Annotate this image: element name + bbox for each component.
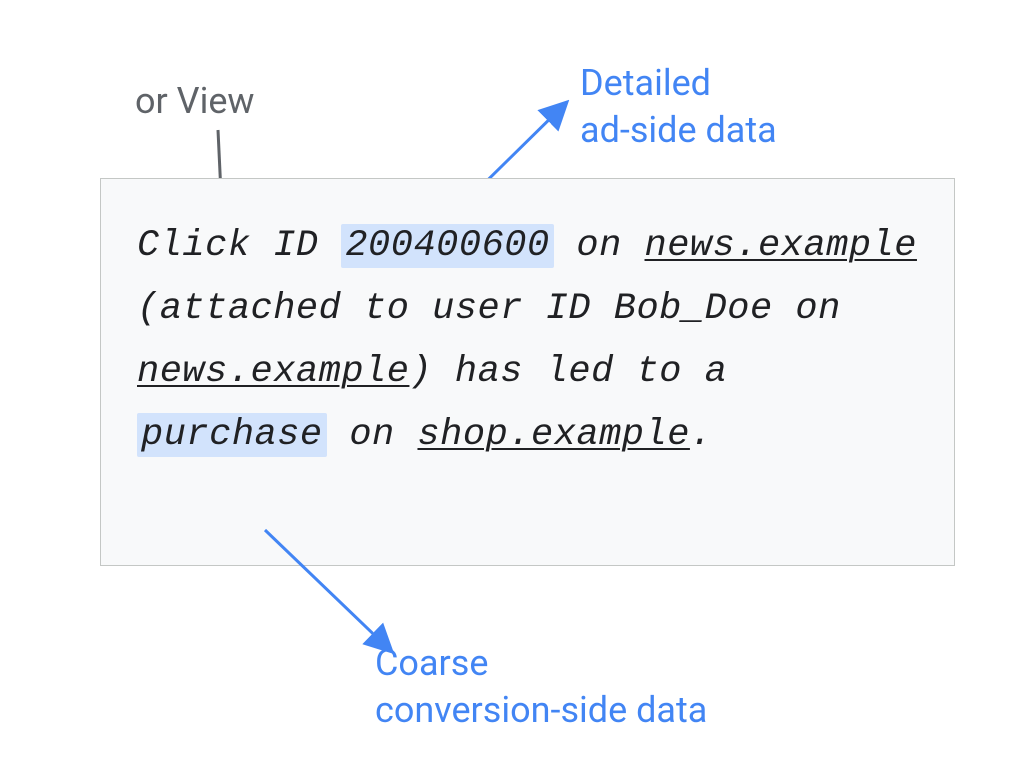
text-part1: Click ID [137,225,341,267]
text-content: Click ID 200400600 on news.example (atta… [137,215,918,467]
annotation-or-view-text: or View [135,80,254,122]
annotation-coarse-line2: conversion-side data [375,689,707,731]
annotation-or-view: or View [135,80,254,122]
annotation-detailed: Detailed ad-side data [580,60,777,154]
text-part3: (attached to user ID Bob_Doe on [137,288,841,330]
annotation-coarse-line1: Coarse [375,642,488,684]
underline-shop: shop.example [417,414,689,456]
annotation-detailed-line1: Detailed [580,62,711,104]
text-part5: on [327,414,418,456]
text-box: Click ID 200400600 on news.example (atta… [100,178,955,566]
annotation-detailed-line2: ad-side data [580,109,777,151]
text-part4: ) has led to a [409,351,727,393]
highlight-click-id: 200400600 [341,224,553,268]
underline-news1: news.example [645,225,917,267]
text-part6: . [690,414,713,456]
annotation-coarse: Coarse conversion-side data [375,640,707,734]
underline-news2: news.example [137,351,409,393]
highlight-purchase: purchase [137,413,327,457]
text-part2: on [554,225,645,267]
